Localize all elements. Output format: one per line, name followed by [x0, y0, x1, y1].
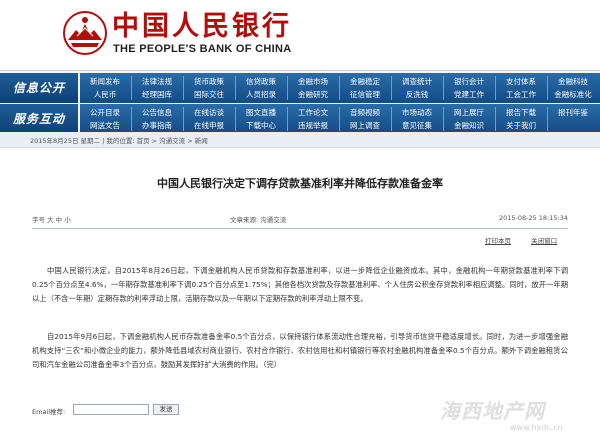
info-item[interactable]: 征信管理 [340, 88, 390, 101]
service-item[interactable]: 网上展厅 [444, 106, 494, 119]
nav-separator [183, 107, 184, 131]
nav-section-title-info: 信息公开 [0, 73, 78, 103]
article-paragraph-2: 自2015年9月6日起，下调金融机构人民币存款准备金率0.5个百分点，以保持银行… [32, 332, 568, 369]
service-item[interactable]: 办事指南 [132, 119, 182, 132]
nav-separator [443, 107, 444, 131]
info-item[interactable]: 新闻发布 [80, 75, 130, 88]
nav-separator [131, 107, 132, 131]
send-button[interactable]: 发送 [153, 404, 179, 415]
breadcrumb-bar: 2015年8月25日 星期二 | 我的位置: 首页 > 沟通交流 > 新闻 [0, 132, 600, 148]
email-input[interactable] [73, 404, 149, 415]
email-recommend-row: Email推荐: 发送 [32, 404, 179, 416]
nav-separator [495, 76, 496, 100]
service-item[interactable]: 图文直播 [236, 106, 286, 119]
nav-separator [131, 76, 132, 100]
article-tools: 打印本页 关闭窗口 [485, 235, 575, 245]
info-item[interactable]: 银行会计 [444, 75, 494, 88]
bank-name-chinese: 中国人民银行 [112, 11, 292, 42]
service-item[interactable]: 音频视频 [340, 106, 390, 119]
article-date: 2015-08-25 18:15:34 [498, 214, 568, 222]
email-label: Email推荐: [32, 408, 66, 416]
nav-items-info: 新闻发布 法律法规 货币政策 信贷政策 金融市场 金融稳定 调查统计 银行会计 支付体系 金融科技… [80, 73, 600, 103]
info-item[interactable]: 信贷政策 [236, 75, 286, 88]
info-item[interactable]: 反洗钱 [392, 88, 442, 101]
service-item[interactable]: 下载中心 [236, 119, 286, 132]
pboc-emblem-icon [63, 11, 107, 55]
article-source: 文章来源: 沟通交流 [230, 216, 287, 224]
info-item[interactable]: 人员招录 [236, 88, 286, 101]
info-item[interactable]: 经理国库 [132, 88, 182, 101]
article-title: 中国人民银行决定下调存贷款基准利率并降低存款准备金率 [157, 177, 443, 190]
print-page-link[interactable]: 打印本页 [485, 237, 511, 245]
info-item[interactable]: 国际交往 [184, 88, 234, 101]
nav-row-service-interaction: 服务互动 公开目录 公告信息 在线访谈 图文直播 工作论文 音频视频 市场动态 网上展厅 报告下… [0, 104, 600, 134]
info-item[interactable]: 工会工作 [496, 88, 546, 101]
info-item[interactable]: 金融市场 [288, 75, 338, 88]
nav-separator [547, 76, 548, 100]
service-item[interactable]: 关于我们 [496, 119, 546, 132]
info-item[interactable]: 金融科技 [548, 75, 598, 88]
service-item[interactable]: 网上调查 [340, 119, 390, 132]
service-item[interactable]: 市场动态 [392, 106, 442, 119]
nav-separator [339, 76, 340, 100]
nav-separator [339, 107, 340, 131]
nav-separator [235, 76, 236, 100]
service-item[interactable]: 工作论文 [288, 106, 338, 119]
service-item[interactable]: 公告信息 [132, 106, 182, 119]
article-paragraph-1: 中国人民银行决定，自2015年8月26日起，下调金融机构人民币贷款和存款基准利率… [32, 266, 568, 303]
service-item[interactable]: 报刊年鉴 [548, 106, 598, 119]
watermark-text: 海西地产网 [440, 399, 545, 423]
info-item[interactable]: 金融稳定 [340, 75, 390, 88]
service-item[interactable]: 意见征集 [392, 119, 442, 132]
watermark-url: www.hxdc.cn [510, 423, 563, 432]
info-item[interactable]: 金融研究 [288, 88, 338, 101]
service-item[interactable]: 公开目录 [80, 106, 130, 119]
service-item[interactable]: 报告下载 [496, 106, 546, 119]
info-item[interactable]: 调查统计 [392, 75, 442, 88]
nav-separator [391, 76, 392, 100]
nav-separator [443, 76, 444, 100]
service-item[interactable]: 在线访谈 [184, 106, 234, 119]
service-item[interactable]: 违规举报 [288, 119, 338, 132]
nav-separator [495, 107, 496, 131]
site-header: 中国人民银行 THE PEOPLE'S BANK OF CHINA [0, 0, 600, 70]
breadcrumb: 2015年8月25日 星期二 | 我的位置: 首页 > 沟通交流 > 新闻 [30, 137, 208, 145]
service-item[interactable]: 网送文告 [80, 119, 130, 132]
nav-separator [287, 107, 288, 131]
nav-separator [547, 107, 548, 131]
meta-divider [32, 228, 568, 229]
info-item[interactable]: 金融标准化 [548, 88, 598, 101]
nav-items-service: 公开目录 公告信息 在线访谈 图文直播 工作论文 音频视频 市场动态 网上展厅 报告下载 报刊年鉴… [80, 104, 600, 134]
service-item[interactable]: 金融知识 [444, 119, 494, 132]
nav-section-title-service: 服务互动 [0, 104, 78, 134]
article-meta: 字号 大 中 小 文章来源: 沟通交流 2015-08-25 18:15:34 [32, 214, 568, 226]
nav-row-info-disclosure: 信息公开 新闻发布 法律法规 货币政策 信贷政策 金融市场 金融稳定 调查统计 银行会计 支付体… [0, 73, 600, 103]
info-item[interactable]: 人民币 [80, 88, 130, 101]
font-size-switcher[interactable]: 字号 大 中 小 [32, 214, 71, 224]
nav-separator [235, 107, 236, 131]
info-item[interactable]: 支付体系 [496, 75, 546, 88]
bank-name-english: THE PEOPLE'S BANK OF CHINA [113, 43, 292, 55]
info-item[interactable]: 法律法规 [132, 75, 182, 88]
info-item[interactable]: 货币政策 [184, 75, 234, 88]
main-navigation: 信息公开 新闻发布 法律法规 货币政策 信贷政策 金融市场 金融稳定 调查统计 银行会计 支付体… [0, 70, 600, 134]
nav-separator [183, 76, 184, 100]
nav-separator [391, 107, 392, 131]
info-item[interactable]: 党建工作 [444, 88, 494, 101]
nav-separator [287, 76, 288, 100]
site-watermark: 海西地产网 www.hxdc.cn [440, 395, 600, 439]
close-window-link[interactable]: 关闭窗口 [531, 237, 557, 245]
service-item[interactable]: 在线申报 [184, 119, 234, 132]
